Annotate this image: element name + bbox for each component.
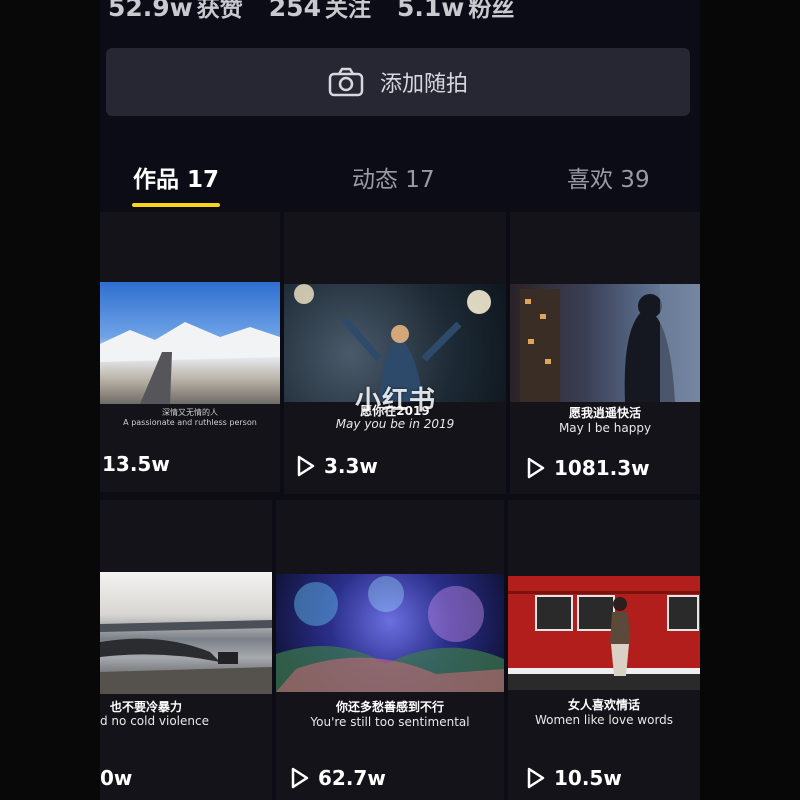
- video-thumbnail: [100, 282, 280, 404]
- video-caption-en: May I be happy: [558, 421, 652, 435]
- video-caption-cn: 深情又无情的人: [162, 408, 218, 417]
- play-count-value: 0w: [100, 766, 133, 790]
- video-card[interactable]: 也不要冷暴力 d no cold violence 0w: [100, 500, 272, 800]
- play-count: 10.5w: [526, 766, 622, 790]
- video-card[interactable]: 女人喜欢情话 Women like love words 10.5w: [508, 500, 700, 800]
- photo-background-left: [0, 0, 100, 800]
- video-caption-en: May you be in 2019: [335, 417, 455, 431]
- video-caption-en: d no cold violence: [100, 714, 209, 728]
- active-tab-indicator: [132, 203, 220, 207]
- video-thumbnail: [100, 572, 272, 694]
- photo-background-right: [700, 0, 800, 800]
- tab-moments[interactable]: 动态 17: [352, 160, 435, 194]
- video-caption-en: You're still too sentimental: [310, 715, 470, 729]
- video-thumbnail: [276, 574, 504, 692]
- play-count-value: 3.3w: [324, 454, 378, 478]
- play-count: 3.3w: [296, 454, 378, 478]
- video-caption-cn: 女人喜欢情话: [567, 698, 640, 712]
- stat-likes[interactable]: 52.9w 获赞: [108, 0, 243, 23]
- video-thumbnail: [508, 576, 700, 690]
- video-caption-en: Women like love words: [534, 713, 674, 727]
- video-card[interactable]: 愿你在2019 May you be in 2019 3.3w: [284, 212, 506, 494]
- add-snapshot-label: 添加随拍: [379, 72, 468, 97]
- play-icon: [297, 455, 315, 477]
- play-count-value: 13.5w: [102, 452, 170, 476]
- play-count: 13.5w: [102, 452, 170, 476]
- tab-works[interactable]: 作品 17: [133, 160, 219, 194]
- video-card[interactable]: 你还多愁善感到不行 You're still too sentimental 6…: [276, 500, 504, 800]
- profile-stats: 52.9w 获赞 254 关注 5.1w 粉丝: [108, 0, 514, 26]
- watermark: 小红书: [355, 386, 437, 416]
- video-caption-cn: 也不要冷暴力: [110, 700, 183, 714]
- video-caption-cn: 愿我逍遥快活: [568, 406, 641, 420]
- tab-likes[interactable]: 喜欢 39: [567, 160, 650, 194]
- video-card[interactable]: 深情又无情的人 A passionate and ruthless person…: [100, 212, 280, 492]
- stat-followers[interactable]: 5.1w 粉丝: [397, 0, 514, 23]
- play-count: 1081.3w: [526, 456, 650, 480]
- play-count-value: 10.5w: [554, 766, 622, 790]
- video-thumbnail: [510, 284, 700, 402]
- play-icon: [291, 767, 309, 789]
- add-snapshot-button[interactable]: 添加随拍: [106, 48, 690, 116]
- video-card[interactable]: 愿我逍遥快活 May I be happy 1081.3w: [510, 212, 700, 494]
- play-count-value: 1081.3w: [554, 456, 650, 480]
- camera-icon: [328, 67, 364, 97]
- play-count: 62.7w: [290, 766, 386, 790]
- play-count: 0w: [100, 766, 132, 790]
- video-caption-en: A passionate and ruthless person: [123, 418, 257, 427]
- play-icon: [527, 457, 545, 479]
- play-count-value: 62.7w: [318, 766, 386, 790]
- play-icon: [527, 767, 545, 789]
- video-caption-cn: 你还多愁善感到不行: [335, 700, 444, 714]
- stat-following[interactable]: 254 关注: [269, 0, 371, 23]
- video-grid: 深情又无情的人 A passionate and ruthless person…: [100, 212, 700, 800]
- profile-tabs: 作品 17 动态 17 喜欢 39: [100, 150, 700, 212]
